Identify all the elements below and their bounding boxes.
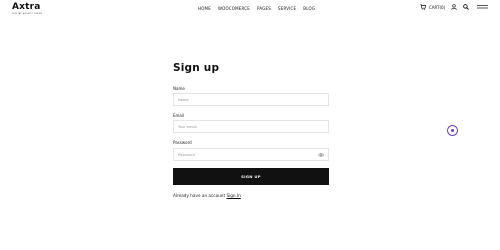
- email-field[interactable]: [173, 120, 329, 133]
- cart-icon: [420, 4, 426, 10]
- dot-icon: [451, 129, 454, 132]
- site-header: Axtra DIGITAL AGENCY THEME HOME WOOCOMER…: [0, 0, 500, 17]
- signup-button[interactable]: SIGN UP: [173, 168, 329, 185]
- password-field[interactable]: [173, 148, 329, 161]
- already-text: Already have an account: [173, 193, 226, 198]
- logo-wordmark: Axtra: [12, 2, 41, 12]
- signup-form: Sign up Name Email Password SIGN UP Alre…: [173, 62, 329, 198]
- main-nav: HOME WOOCOMERCE PAGES SERVICE BLOG: [198, 6, 315, 11]
- search-icon[interactable]: [463, 4, 469, 10]
- header-actions: CART(0): [420, 4, 488, 10]
- nav-item-woocomerce[interactable]: WOOCOMERCE: [218, 6, 250, 11]
- cart-label: CART(0): [429, 4, 446, 10]
- nav-item-pages[interactable]: PAGES: [257, 6, 271, 11]
- user-icon[interactable]: [451, 4, 457, 10]
- signin-link[interactable]: Sign In: [226, 193, 240, 198]
- signin-prompt: Already have an account Sign In: [173, 193, 241, 198]
- nav-item-home[interactable]: HOME: [198, 6, 211, 11]
- floating-circle-button[interactable]: [447, 125, 458, 136]
- name-field[interactable]: [173, 93, 329, 106]
- nav-item-service[interactable]: SERVICE: [278, 6, 296, 11]
- cart-link[interactable]: CART(0): [420, 4, 445, 10]
- email-label: Email: [173, 113, 185, 118]
- eye-icon[interactable]: [318, 152, 324, 158]
- logo[interactable]: Axtra DIGITAL AGENCY THEME: [12, 2, 43, 16]
- name-label: Name: [173, 86, 185, 91]
- password-label: Password: [173, 140, 192, 145]
- nav-item-blog[interactable]: BLOG: [303, 6, 315, 11]
- page-title: Sign up: [173, 62, 220, 74]
- logo-tagline: DIGITAL AGENCY THEME: [12, 13, 43, 15]
- menu-icon[interactable]: [477, 5, 488, 9]
